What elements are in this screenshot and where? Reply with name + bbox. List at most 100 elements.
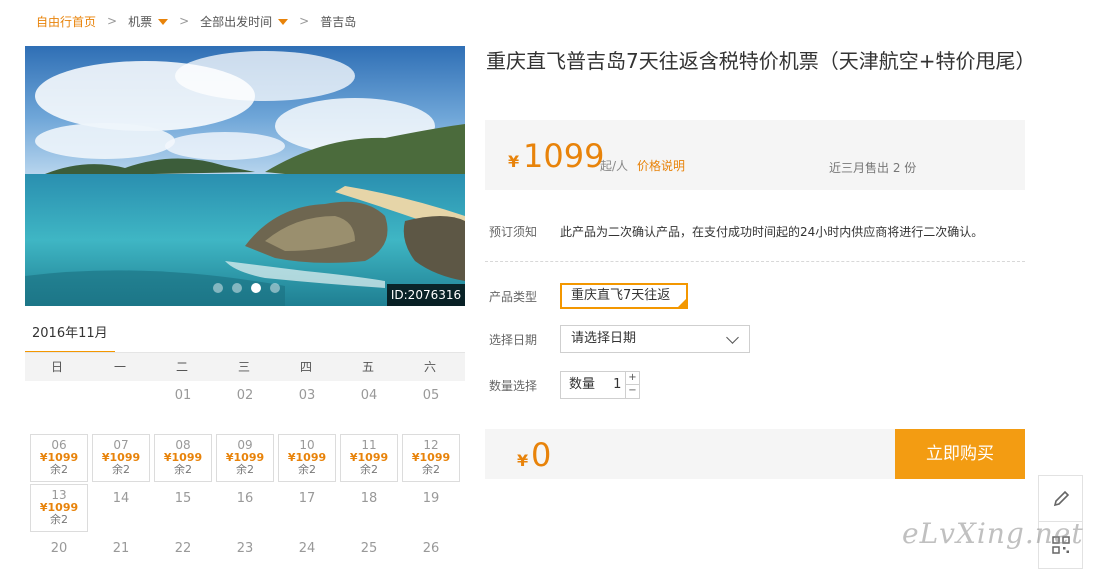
weekday-label: 一 bbox=[113, 360, 126, 374]
calendar-day: 20 bbox=[30, 534, 88, 569]
calendar-day-remaining: 余2 bbox=[50, 513, 68, 526]
date-select-value: 请选择日期 bbox=[571, 331, 637, 346]
calendar-day-number: 22 bbox=[174, 541, 192, 556]
calendar-day-number: 16 bbox=[236, 491, 254, 506]
carousel-dots bbox=[213, 283, 280, 293]
calendar-day-remaining: 余2 bbox=[112, 463, 130, 476]
product-title: 重庆直飞普吉岛7天往返含税特价机票（天津航空+特价甩尾） bbox=[486, 49, 1036, 73]
beach-photo bbox=[25, 46, 465, 306]
calendar-day: 23 bbox=[216, 534, 274, 569]
calendar-day: 03 bbox=[278, 381, 336, 429]
hero-carousel[interactable]: ID:2076316 bbox=[25, 46, 465, 306]
quantity-prefix: 数量 bbox=[569, 377, 596, 392]
breadcrumb-home-link[interactable]: 自由行首页 bbox=[36, 13, 96, 30]
weekday-label: 三 bbox=[237, 360, 250, 374]
image-id-label: ID:2076316 bbox=[387, 284, 465, 306]
calendar-day-number: 14 bbox=[112, 491, 130, 506]
pencil-icon bbox=[1053, 490, 1069, 506]
quantity-label: 数量选择 bbox=[489, 379, 538, 393]
carousel-dot-active[interactable] bbox=[251, 283, 261, 293]
calendar-day: 18 bbox=[340, 484, 398, 532]
breadcrumb: 自由行首页 > 机票 > 全部出发时间 > 普吉岛 bbox=[36, 12, 356, 30]
calendar-day-number: 23 bbox=[236, 541, 254, 556]
calendar-day-number: 12 bbox=[423, 438, 439, 452]
breadcrumb-separator: > bbox=[107, 14, 118, 28]
weekday-label: 四 bbox=[299, 360, 312, 374]
quantity-increment-button[interactable]: + bbox=[626, 372, 639, 385]
calendar-day: 04 bbox=[340, 381, 398, 429]
calendar-month-tab[interactable]: 2016年11月 bbox=[25, 322, 115, 354]
calendar-day: 05 bbox=[402, 381, 460, 429]
watermark-logo: eLvXing.net bbox=[902, 517, 1084, 550]
carousel-dot[interactable] bbox=[270, 283, 280, 293]
price-amount: 1099 bbox=[523, 137, 605, 175]
caret-down-icon bbox=[158, 19, 169, 25]
section-divider bbox=[485, 261, 1025, 262]
calendar-day: 17 bbox=[278, 484, 336, 532]
date-select[interactable]: 请选择日期 bbox=[560, 325, 750, 353]
calendar-day-available[interactable]: 09 ¥1099 余2 bbox=[216, 434, 274, 482]
calendar-day-number: 20 bbox=[50, 541, 68, 556]
calendar-day-available[interactable]: 07 ¥1099 余2 bbox=[92, 434, 150, 482]
breadcrumb-departure-dropdown[interactable]: 全部出发时间 bbox=[200, 13, 289, 30]
calendar-day-number: 13 bbox=[51, 488, 67, 502]
calendar-day-remaining: 余2 bbox=[174, 463, 192, 476]
feedback-tool[interactable] bbox=[1039, 476, 1082, 522]
weekday-label: 日 bbox=[50, 360, 63, 374]
weekday-label: 二 bbox=[175, 360, 188, 374]
calendar-day-available[interactable]: 10 ¥1099 余2 bbox=[278, 434, 336, 482]
price-explanation-link[interactable]: 价格说明 bbox=[637, 157, 685, 174]
calendar-day-available[interactable]: 11 ¥1099 余2 bbox=[340, 434, 398, 482]
caret-down-icon bbox=[278, 19, 289, 25]
breadcrumb-separator: > bbox=[179, 14, 190, 28]
calendar-day-available[interactable]: 13 ¥1099 余2 bbox=[30, 484, 88, 532]
calendar-day: 24 bbox=[278, 534, 336, 569]
calendar-grid: 01 02 03 04 05 06 ¥1099 余2 07 ¥1099 余2 08 ¥1099 余2 09 ¥… bbox=[25, 381, 465, 569]
buy-now-button[interactable]: 立即购买 bbox=[895, 429, 1025, 479]
calendar-day-number: 04 bbox=[360, 388, 378, 403]
calendar-day-number: 17 bbox=[298, 491, 316, 506]
total-amount: 0 bbox=[531, 436, 552, 474]
notice-text: 此产品为二次确认产品，在支付成功时间起的24小时内供应商将进行二次确认。 bbox=[560, 225, 984, 239]
sold-count: 近三月售出 2 份 bbox=[829, 161, 917, 175]
calendar-day-number: 01 bbox=[174, 388, 192, 403]
calendar-day-number: 15 bbox=[174, 491, 192, 506]
chevron-down-icon bbox=[726, 331, 739, 344]
calendar-day-available[interactable]: 06 ¥1099 余2 bbox=[30, 434, 88, 482]
calendar-day: 16 bbox=[216, 484, 274, 532]
calendar-day-number: 18 bbox=[360, 491, 378, 506]
calendar-day-number: 03 bbox=[298, 388, 316, 403]
calendar-day-number: 10 bbox=[299, 438, 315, 452]
calendar-day: 19 bbox=[402, 484, 460, 532]
carousel-dot[interactable] bbox=[213, 283, 223, 293]
quantity-buttons: + − bbox=[625, 372, 639, 398]
calendar-day-number: 11 bbox=[361, 438, 377, 452]
product-type-option[interactable]: 重庆直飞7天往返 bbox=[560, 283, 688, 309]
calendar-day-number: 06 bbox=[51, 438, 67, 452]
calendar-day: 26 bbox=[402, 534, 460, 569]
calendar-day: 15 bbox=[154, 484, 212, 532]
calendar-day-available[interactable]: 08 ¥1099 余2 bbox=[154, 434, 212, 482]
calendar-day-number: 24 bbox=[298, 541, 316, 556]
calendar-day-number: 19 bbox=[422, 491, 440, 506]
calendar-day: 01 bbox=[154, 381, 212, 429]
quantity-stepper[interactable]: 数量 1 + − bbox=[560, 371, 640, 399]
calendar-day-remaining: 余2 bbox=[422, 463, 440, 476]
calendar-day-available[interactable]: 12 ¥1099 余2 bbox=[402, 434, 460, 482]
calendar-day-remaining: 余2 bbox=[236, 463, 254, 476]
calendar-day-number: 05 bbox=[422, 388, 440, 403]
calendar-day: 14 bbox=[92, 484, 150, 532]
calendar-day: 22 bbox=[154, 534, 212, 569]
weekday-label: 六 bbox=[423, 360, 436, 374]
price-box: ¥ 1099 起/人 价格说明 近三月售出 2 份 bbox=[485, 120, 1025, 190]
product-page: 自由行首页 > 机票 > 全部出发时间 > 普吉岛 ID:2076316 201… bbox=[0, 0, 1107, 569]
breadcrumb-flights-dropdown[interactable]: 机票 bbox=[128, 13, 169, 30]
calendar-day-remaining: 余2 bbox=[298, 463, 316, 476]
carousel-dot[interactable] bbox=[232, 283, 242, 293]
quantity-value: 1 bbox=[613, 377, 622, 392]
calendar-day: 25 bbox=[340, 534, 398, 569]
quantity-decrement-button[interactable]: − bbox=[626, 385, 639, 398]
price-unit: 起/人 bbox=[600, 159, 629, 173]
calendar-day-remaining: 余2 bbox=[50, 463, 68, 476]
currency-symbol: ¥ bbox=[508, 152, 520, 171]
